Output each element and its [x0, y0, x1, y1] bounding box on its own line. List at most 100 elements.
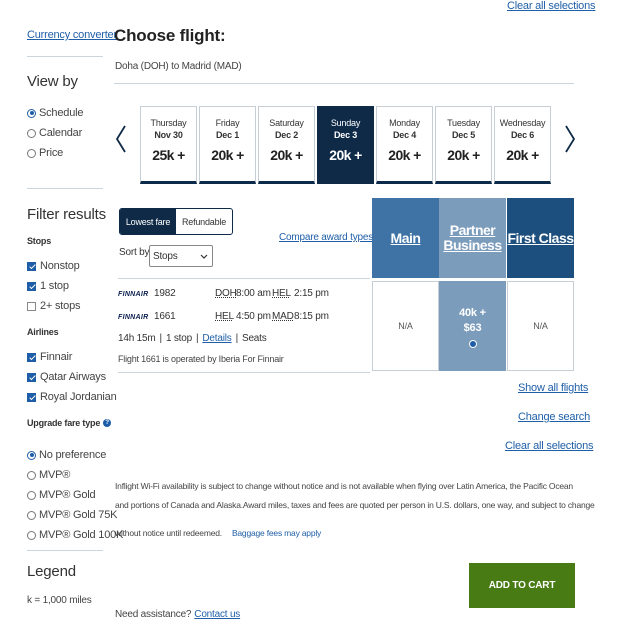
upgrade-mvp-gold-100k-radio[interactable]: MVP® Gold 100K: [27, 527, 123, 543]
segment-2-from[interactable]: HEL: [215, 311, 234, 322]
radio-label: MVP® Gold 75K: [39, 509, 118, 521]
fare-cell-partner-business[interactable]: 40k + $63: [439, 281, 506, 371]
radio-label: MVP® Gold: [39, 489, 96, 501]
change-search-link[interactable]: Change search: [518, 411, 590, 423]
legend-title: Legend: [27, 563, 76, 580]
date-price: 20k +: [388, 147, 421, 163]
sidebar-divider: [27, 550, 103, 551]
baggage-fees-link[interactable]: Baggage fees may apply: [232, 528, 321, 538]
currency-converter-link[interactable]: Currency converter: [27, 29, 117, 41]
date-md: Dec 3: [333, 130, 358, 140]
checkbox-label: Nonstop: [40, 260, 80, 272]
checkbox-icon: [27, 301, 36, 311]
checkbox-label: 2+ stops: [40, 300, 81, 312]
segment-1-from[interactable]: DOH: [215, 288, 237, 299]
add-to-cart-button[interactable]: ADD TO CART: [469, 563, 575, 608]
filter-2plus-stops-checkbox[interactable]: 2+ stops: [27, 298, 80, 314]
date-card-dec2[interactable]: Saturday Dec 2 20k +: [258, 106, 315, 184]
upgrade-mvp-gold-radio[interactable]: MVP® Gold: [27, 487, 96, 503]
date-dow: Tuesday: [447, 118, 480, 128]
filter-nonstop-checkbox[interactable]: Nonstop: [27, 258, 80, 274]
upgrade-fare-type-label: Upgrade fare type: [27, 418, 101, 428]
date-md: Nov 30: [154, 130, 183, 140]
view-by-price-radio[interactable]: Price: [27, 145, 63, 161]
fare-miles: 40k +: [459, 306, 486, 319]
checkbox-label: Qatar Airways: [40, 371, 106, 383]
date-price: 20k +: [211, 147, 244, 163]
date-card-dec4[interactable]: Monday Dec 4 20k +: [376, 106, 433, 184]
filter-qatar-checkbox[interactable]: Qatar Airways: [27, 369, 106, 385]
date-card-nov30[interactable]: Thursday Nov 30 25k +: [140, 106, 197, 184]
radio-selected-icon: [27, 450, 36, 460]
stops-title: Stops: [27, 236, 52, 246]
disclaimer-line-2: and portions of Canada and Alaska.Award …: [115, 500, 595, 510]
flight-summary: 14h 15m | 1 stop | Details | Seats: [118, 333, 267, 344]
compare-award-types-link[interactable]: Compare award types: [279, 232, 373, 243]
date-md: Dec 1: [215, 130, 240, 140]
filter-royal-jordanian-checkbox[interactable]: Royal Jordanian: [27, 389, 117, 405]
date-card-dec1[interactable]: Friday Dec 1 20k +: [199, 106, 256, 184]
details-link[interactable]: Details: [202, 333, 231, 344]
date-price: 25k +: [152, 147, 185, 163]
date-dow: Wednesday: [499, 118, 546, 128]
cabin-main-header[interactable]: Main: [372, 198, 439, 278]
segment-1-number: 1982: [154, 288, 176, 299]
clear-all-selections-link[interactable]: Clear all selections: [505, 440, 594, 452]
header-divider: [114, 83, 574, 84]
fare-cell-first-class: N/A: [507, 281, 574, 371]
radio-label: No preference: [39, 449, 107, 461]
chevron-left-icon[interactable]: [114, 124, 128, 154]
show-all-flights-link[interactable]: Show all flights: [518, 382, 588, 394]
disclaimer-line-1: Inflight Wi-Fi availability is subject t…: [115, 481, 573, 491]
legend-text: k = 1,000 miles: [27, 595, 92, 606]
route-text: Doha (DOH) to Madrid (MAD): [115, 61, 242, 72]
checkbox-checked-icon: [27, 281, 36, 291]
contact-us-link[interactable]: Contact us: [194, 609, 240, 620]
filter-1-stop-checkbox[interactable]: 1 stop: [27, 278, 69, 294]
operated-by-note: Flight 1661 is operated by Iberia For Fi…: [118, 354, 284, 364]
date-price: 20k +: [506, 147, 539, 163]
filter-finnair-checkbox[interactable]: Finnair: [27, 349, 72, 365]
date-card-dec5[interactable]: Tuesday Dec 5 20k +: [435, 106, 492, 184]
upgrade-no-preference-radio[interactable]: No preference: [27, 447, 106, 463]
date-price: 20k +: [329, 147, 362, 163]
finnair-logo: FINNAIR: [118, 291, 149, 298]
upgrade-mvp-radio[interactable]: MVP®: [27, 467, 70, 483]
radio-icon: [27, 470, 36, 480]
segment-1-to[interactable]: HEL: [272, 288, 291, 299]
separator: |: [235, 333, 239, 344]
date-md: Dec 4: [392, 130, 417, 140]
view-by-schedule-radio[interactable]: Schedule: [27, 105, 83, 121]
cabin-first-class-header[interactable]: First Class: [507, 198, 574, 278]
lowest-fare-tab[interactable]: Lowest fare: [120, 209, 176, 234]
date-md: Dec 2: [274, 130, 299, 140]
view-by-calendar-radio[interactable]: Calendar: [27, 125, 82, 141]
page-title: Choose flight:: [114, 26, 226, 45]
date-card-dec3-selected[interactable]: Sunday Dec 3 20k +: [317, 106, 374, 184]
refundable-tab[interactable]: Refundable: [176, 209, 232, 234]
segment-2-to[interactable]: MAD: [272, 311, 294, 322]
radio-icon: [27, 148, 36, 158]
date-dow: Friday: [215, 118, 240, 128]
checkbox-label: Finnair: [40, 351, 73, 363]
date-card-dec6[interactable]: Wednesday Dec 6 20k +: [494, 106, 551, 184]
radio-label: Calendar: [39, 127, 83, 139]
segment-2-number: 1661: [154, 311, 176, 322]
chevron-right-icon[interactable]: [563, 124, 577, 154]
separator: |: [159, 333, 163, 344]
fare-cell-main: N/A: [372, 281, 439, 371]
sort-by-label: Sort by: [119, 247, 150, 258]
assistance-text: Need assistance?: [115, 609, 192, 620]
sort-by-select[interactable]: Stops: [149, 245, 213, 267]
clear-all-selections-top-link[interactable]: Clear all selections: [507, 0, 596, 12]
upgrade-mvp-gold-75k-radio[interactable]: MVP® Gold 75K: [27, 507, 117, 523]
date-price: 20k +: [270, 147, 303, 163]
fare-select-radio[interactable]: [468, 339, 477, 348]
fare-cash: $63: [463, 321, 482, 334]
checkbox-checked-icon: [27, 261, 36, 271]
help-icon[interactable]: ?: [103, 419, 112, 427]
radio-label: MVP®: [39, 469, 71, 481]
seats-link[interactable]: Seats: [242, 333, 267, 344]
upgrade-fare-type-title: Upgrade fare type ?: [27, 418, 112, 428]
cabin-partner-business-header[interactable]: Partner Business: [439, 198, 506, 278]
